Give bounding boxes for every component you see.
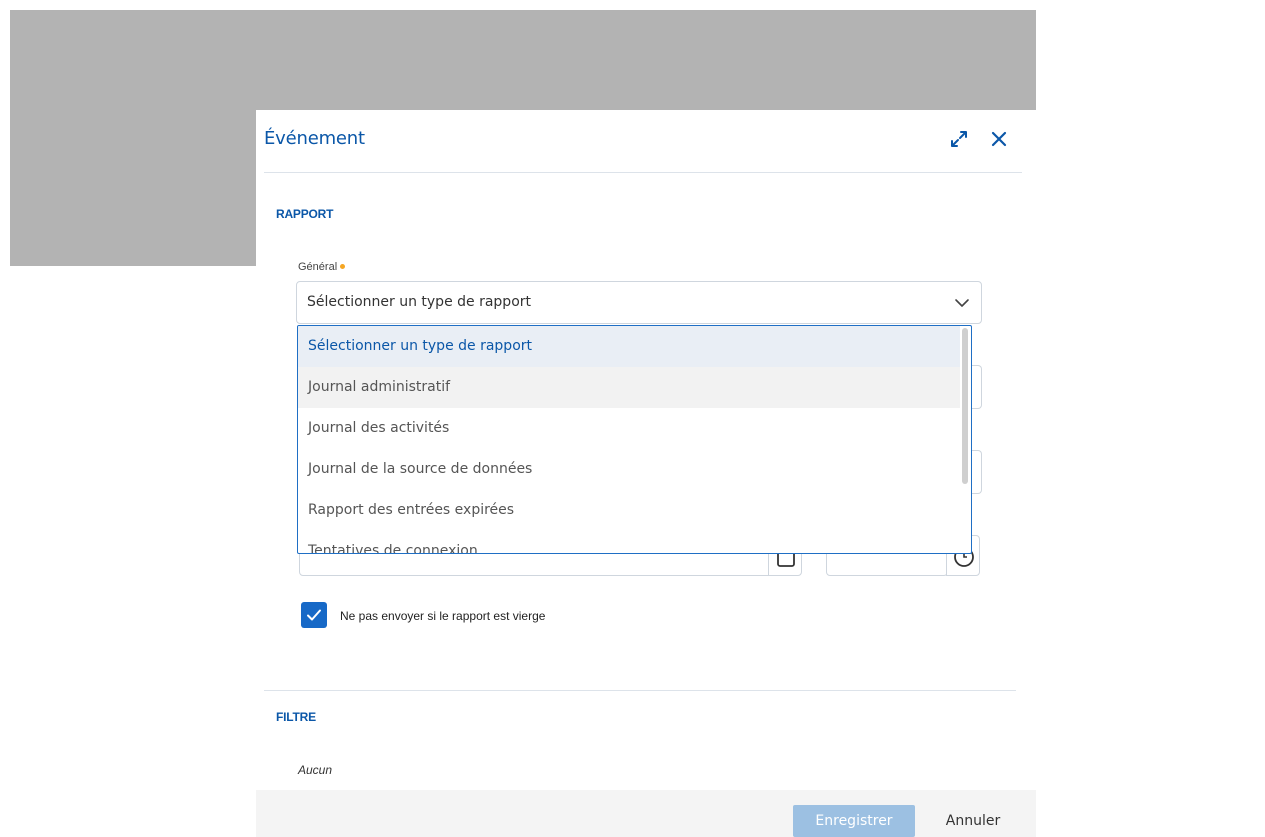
section-divider bbox=[264, 690, 1016, 691]
dropdown-option-tentatives-connexion[interactable]: Tentatives de connexion bbox=[298, 531, 960, 553]
checkmark-icon bbox=[307, 609, 321, 621]
report-type-select[interactable]: Sélectionner un type de rapport bbox=[296, 281, 982, 324]
dropdown-option-journal-activites[interactable]: Journal des activités bbox=[298, 408, 960, 449]
dropdown-option-journal-source-donnees[interactable]: Journal de la source de données bbox=[298, 449, 960, 490]
section-title-rapport: RAPPORT bbox=[276, 207, 334, 221]
required-indicator bbox=[340, 263, 346, 269]
filter-empty-text: Aucun bbox=[298, 763, 333, 777]
save-button[interactable]: Enregistrer bbox=[793, 805, 915, 837]
general-label-text: Général bbox=[298, 261, 338, 273]
report-type-dropdown: Sélectionner un type de rapport Journal … bbox=[297, 325, 972, 554]
header-divider bbox=[264, 172, 1022, 173]
dialog-title: Événement bbox=[264, 128, 365, 149]
skip-empty-report-label: Ne pas envoyer si le rapport est vierge bbox=[340, 609, 546, 623]
dropdown-option-journal-administratif[interactable]: Journal administratif bbox=[298, 367, 960, 408]
dropdown-options: Sélectionner un type de rapport Journal … bbox=[298, 326, 960, 553]
dropdown-option-placeholder[interactable]: Sélectionner un type de rapport bbox=[298, 326, 960, 367]
close-icon[interactable] bbox=[986, 126, 1012, 152]
skip-empty-report-checkbox[interactable] bbox=[301, 602, 327, 628]
expand-icon[interactable] bbox=[946, 126, 972, 152]
chevron-down-icon bbox=[955, 299, 969, 307]
dropdown-option-rapport-entrees-expirees[interactable]: Rapport des entrées expirées bbox=[298, 490, 960, 531]
general-field-label: Général bbox=[298, 261, 346, 273]
dialog-footer: Enregistrer Annuler bbox=[256, 790, 1036, 837]
section-title-filtre: FILTRE bbox=[276, 710, 316, 724]
cancel-button[interactable]: Annuler bbox=[928, 805, 1018, 837]
dropdown-scrollbar[interactable] bbox=[962, 328, 968, 484]
report-type-select-value: Sélectionner un type de rapport bbox=[307, 294, 531, 310]
